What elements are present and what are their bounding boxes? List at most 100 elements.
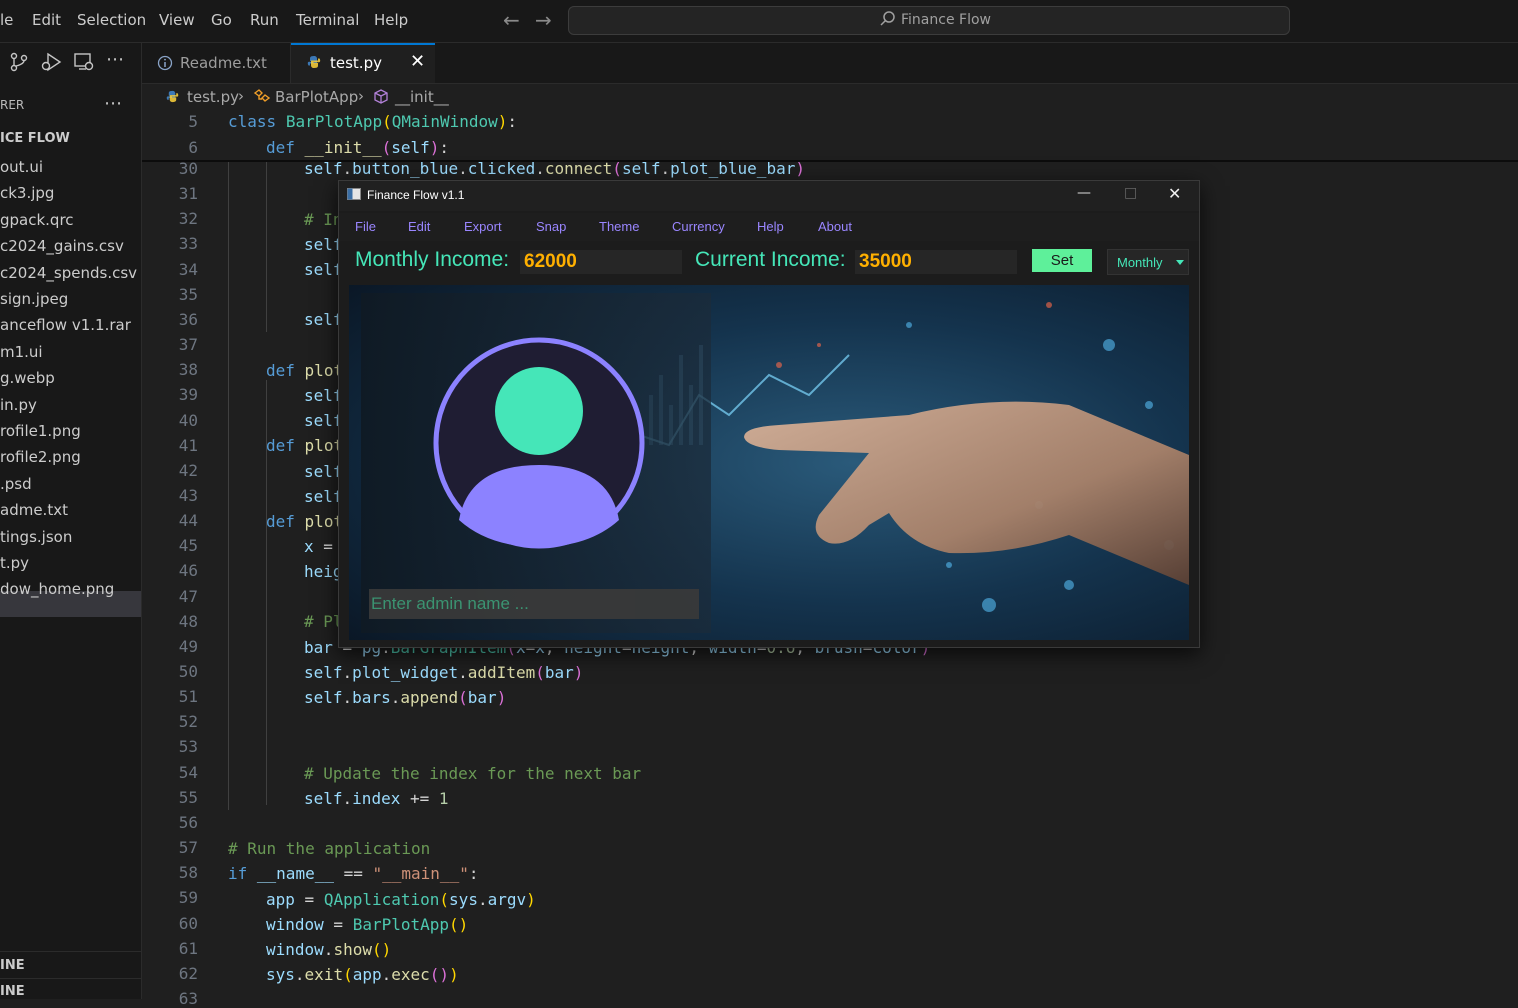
code-line: window = BarPlotApp() bbox=[266, 915, 469, 934]
line-number: 62 bbox=[178, 963, 198, 983]
close-tab-icon[interactable]: ✕ bbox=[410, 51, 425, 72]
menu-selection[interactable]: Selection bbox=[77, 11, 146, 29]
code-line: def plot bbox=[266, 361, 344, 380]
menu-file[interactable]: le bbox=[0, 11, 13, 29]
sidebar-file-item[interactable]: g.webp bbox=[0, 369, 55, 387]
sidebar-file-item[interactable]: out.ui bbox=[0, 158, 43, 176]
sidebar-file-item[interactable]: tings.json bbox=[0, 528, 72, 546]
breadcrumb-class[interactable]: BarPlotApp bbox=[275, 88, 358, 106]
forward-arrow-icon[interactable]: → bbox=[535, 8, 552, 32]
app-title-bar[interactable]: Finance Flow v1.1 — □ ✕ bbox=[339, 181, 1199, 211]
sidebar-file-item[interactable]: adme.txt bbox=[0, 501, 68, 519]
app-menu-help[interactable]: Help bbox=[757, 219, 784, 234]
source-control-icon[interactable] bbox=[8, 51, 30, 73]
sidebar-file-item[interactable]: t.py bbox=[0, 554, 29, 572]
breadcrumb-method[interactable]: __init__ bbox=[395, 88, 449, 106]
sidebar-file-item[interactable]: ck3.jpg bbox=[0, 184, 54, 202]
command-center-search[interactable]: Finance Flow bbox=[568, 6, 1290, 35]
menu-view[interactable]: View bbox=[159, 11, 195, 29]
line-number: 51 bbox=[178, 687, 198, 707]
sidebar-file-item[interactable]: c2024_gains.csv bbox=[0, 237, 124, 255]
app-menu-theme[interactable]: Theme bbox=[599, 219, 639, 234]
monthly-income-input[interactable]: 62000 bbox=[520, 250, 682, 274]
line-number: 32 bbox=[178, 209, 198, 229]
line-number: 38 bbox=[178, 360, 198, 380]
back-arrow-icon[interactable]: ← bbox=[503, 8, 520, 32]
menu-run[interactable]: Run bbox=[250, 11, 279, 29]
menu-help[interactable]: Help bbox=[374, 11, 408, 29]
editor-tabs: Readme.txt test.py ✕ bbox=[142, 43, 1518, 84]
code-line: def __init__(self): bbox=[266, 138, 450, 157]
breadcrumb-file[interactable]: test.py bbox=[187, 88, 239, 106]
remote-explorer-icon[interactable] bbox=[72, 51, 96, 73]
timeline-section[interactable]: INE bbox=[0, 984, 25, 999]
line-number: 54 bbox=[178, 762, 198, 782]
app-menu-snap[interactable]: Snap bbox=[536, 219, 566, 234]
line-number: 37 bbox=[178, 335, 198, 355]
method-icon bbox=[374, 89, 388, 104]
app-menu-currency[interactable]: Currency bbox=[672, 219, 725, 234]
dropdown-arrow-icon bbox=[1176, 260, 1184, 265]
maximize-icon[interactable]: □ bbox=[1124, 185, 1137, 201]
code-line: self bbox=[304, 235, 343, 254]
explorer-more-icon[interactable]: ⋯ bbox=[104, 93, 122, 114]
tab-test-label: test.py bbox=[330, 54, 382, 72]
set-button[interactable]: Set bbox=[1032, 249, 1092, 272]
period-dropdown[interactable]: Monthly bbox=[1107, 249, 1189, 275]
line-number: 47 bbox=[178, 586, 198, 606]
sidebar-file-item[interactable]: m1.ui bbox=[0, 343, 43, 361]
line-number: 31 bbox=[178, 184, 198, 204]
line-number: 49 bbox=[178, 636, 198, 656]
sidebar-file-item[interactable]: rofile2.png bbox=[0, 448, 81, 466]
close-icon[interactable]: ✕ bbox=[1168, 184, 1181, 203]
code-line: self.button_blue.clicked.connect(self.pl… bbox=[304, 159, 805, 178]
line-number: 43 bbox=[178, 485, 198, 505]
sidebar-file-item[interactable]: sign.jpeg bbox=[0, 290, 68, 308]
line-number: 61 bbox=[178, 938, 198, 958]
code-line: if __name__ == "__main__": bbox=[228, 864, 479, 883]
sidebar-file-item[interactable]: gpack.qrc bbox=[0, 211, 74, 229]
sidebar-file-item[interactable]: in.py bbox=[0, 396, 37, 414]
code-line: self.index += 1 bbox=[304, 789, 449, 808]
finance-hand-image bbox=[349, 285, 1189, 640]
menu-terminal[interactable]: Terminal bbox=[296, 11, 359, 29]
sidebar-file-item[interactable]: anceflow v1.1.rar bbox=[0, 316, 131, 334]
line-number: 63 bbox=[178, 988, 198, 1008]
line-number: 30 bbox=[178, 159, 198, 178]
admin-name-input[interactable]: Enter admin name ... bbox=[369, 589, 699, 619]
code-line: class BarPlotApp(QMainWindow): bbox=[228, 112, 518, 131]
sidebar-file-item[interactable]: c2024_spends.csv bbox=[0, 264, 137, 282]
app-menu-file[interactable]: File bbox=[355, 219, 376, 234]
code-line: self bbox=[304, 411, 343, 430]
menu-go[interactable]: Go bbox=[211, 11, 232, 29]
line-number: 53 bbox=[178, 737, 198, 757]
folder-header[interactable]: ICE FLOW bbox=[0, 131, 70, 146]
current-income-label: Current Income: bbox=[695, 248, 846, 271]
sidebar-file-item[interactable]: rofile1.png bbox=[0, 422, 81, 440]
line-number: 6 bbox=[188, 138, 198, 157]
line-number: 33 bbox=[178, 234, 198, 254]
app-menu-export[interactable]: Export bbox=[464, 219, 502, 234]
class-icon bbox=[253, 89, 271, 102]
line-number: 46 bbox=[178, 561, 198, 581]
more-actions-icon[interactable]: ⋯ bbox=[106, 49, 124, 70]
app-title: Finance Flow v1.1 bbox=[367, 188, 465, 202]
sidebar-file-item[interactable]: dow_home.png bbox=[0, 580, 114, 598]
tab-test-py[interactable]: test.py ✕ bbox=[291, 43, 435, 83]
run-debug-icon[interactable] bbox=[40, 51, 64, 73]
app-menu-edit[interactable]: Edit bbox=[408, 219, 430, 234]
line-number: 48 bbox=[178, 611, 198, 631]
code-line: self bbox=[304, 310, 343, 329]
tab-readme[interactable]: Readme.txt bbox=[142, 43, 291, 83]
menu-edit[interactable]: Edit bbox=[32, 11, 61, 29]
sidebar-file-item[interactable]: .psd bbox=[0, 475, 32, 493]
finance-flow-window[interactable]: Finance Flow v1.1 — □ ✕ File Edit Export… bbox=[338, 180, 1200, 648]
current-income-input[interactable]: 35000 bbox=[855, 250, 1017, 274]
app-menu-about[interactable]: About bbox=[818, 219, 852, 234]
minimize-icon[interactable]: — bbox=[1077, 185, 1091, 201]
title-bar: le Edit Selection View Go Run Terminal H… bbox=[0, 0, 1518, 43]
app-menu-bar: File Edit Export Snap Theme Currency Hel… bbox=[339, 213, 1199, 241]
outline-section[interactable]: INE bbox=[0, 958, 25, 973]
line-number: 45 bbox=[178, 536, 198, 556]
line-number: 56 bbox=[178, 812, 198, 832]
